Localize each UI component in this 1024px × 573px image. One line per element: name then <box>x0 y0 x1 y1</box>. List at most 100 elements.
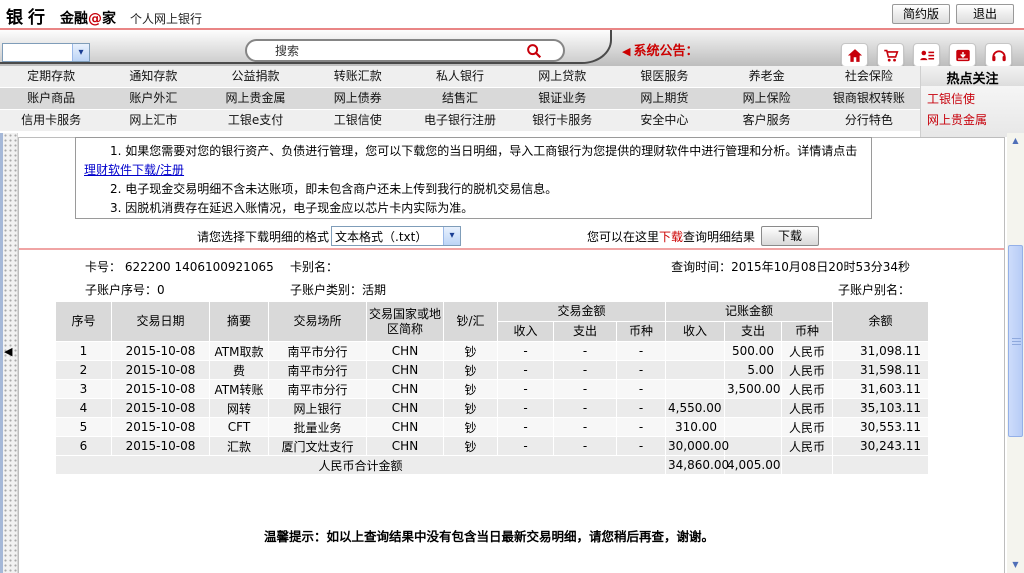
cell-book-income <box>666 361 724 379</box>
chevron-down-icon[interactable]: ▾ <box>72 44 89 61</box>
hot-topic-link[interactable]: 工银信使 <box>921 86 1024 107</box>
menu-item[interactable]: 银行卡服务 <box>511 110 613 131</box>
cell-summary: ATM转账 <box>210 380 268 398</box>
cell-book-expense: 500.00 <box>725 342 781 360</box>
cell-book-expense: 3,500.00 <box>725 380 781 398</box>
menu-item[interactable]: 银医服务 <box>613 66 715 87</box>
main-menu: 定期存款 通知存款 公益捐款 转账汇款 私人银行 网上贷款 银医服务 养老金 社… <box>0 66 920 132</box>
menu-item[interactable]: 信用卡服务 <box>0 110 102 131</box>
menu-item[interactable]: 银商银权转账 <box>818 88 920 109</box>
scroll-down-icon[interactable]: ▼ <box>1007 557 1024 573</box>
menu-item[interactable]: 社会保险 <box>818 66 920 87</box>
download-button[interactable]: 下载 <box>761 226 819 246</box>
nav-icon-group <box>841 43 1012 67</box>
finance-software-link[interactable]: 理财软件下载/注册 <box>84 163 184 177</box>
cart-icon[interactable] <box>877 43 904 67</box>
contacts-icon[interactable] <box>913 43 940 67</box>
cell-cash: 钞 <box>444 361 497 379</box>
col-group-booked-amount: 记账金额 <box>666 302 832 321</box>
vertical-scrollbar[interactable]: ▲ ▼ <box>1007 133 1024 573</box>
transactions-table-wrap: 序号 交易日期 摘要 交易场所 交易国家或地区简称 钞/汇 交易金额 记账金额 … <box>55 301 929 475</box>
menu-item[interactable]: 网上贷款 <box>511 66 613 87</box>
section-divider <box>19 248 1004 250</box>
cell-book-income <box>666 342 724 360</box>
cell-book-income <box>666 380 724 398</box>
logout-button[interactable]: 退出 <box>956 4 1014 24</box>
home-icon[interactable] <box>841 43 868 67</box>
search-input[interactable]: 搜索 <box>245 39 565 62</box>
col-txn-income: 收入 <box>498 322 553 341</box>
menu-item[interactable]: 公益捐款 <box>204 66 306 87</box>
cell-txn-income: - <box>498 380 553 398</box>
table-row: 4 2015-10-08 网转 网上银行 CHN 钞 - - - 4,550.0… <box>56 399 928 417</box>
cell-txn-expense: - <box>554 437 616 455</box>
cell-txn-expense: - <box>554 342 616 360</box>
hot-topic-link[interactable]: 网上贵金属 <box>921 107 1024 128</box>
search-icon[interactable] <box>525 42 543 60</box>
account-info-row-1: 卡号： 622200 1406100921065 卡别名： 查询时间：2015年… <box>19 258 1004 274</box>
menu-item[interactable]: 客户服务 <box>716 110 818 131</box>
cell-txn-expense: - <box>554 380 616 398</box>
table-row: 1 2015-10-08 ATM取款 南平市分行 CHN 钞 - - - 500… <box>56 342 928 360</box>
menu-item[interactable]: 网上期货 <box>613 88 715 109</box>
query-time: 查询时间：2015年10月08日20时53分34秒 <box>671 258 910 275</box>
menu-item[interactable]: 工银信使 <box>307 110 409 131</box>
notice-1-text: 1. 如果您需要对您的银行资产、负债进行管理，您可以下载您的当日明细，导入工商银… <box>110 144 857 158</box>
download-format-select[interactable]: 文本格式（.txt） ▾ <box>331 226 461 246</box>
menu-item[interactable]: 电子银行注册 <box>409 110 511 131</box>
scrollbar-grip <box>1012 341 1021 342</box>
card-number: 卡号： 622200 1406100921065 <box>85 258 274 275</box>
cell-seq: 5 <box>56 418 111 436</box>
cell-book-currency: 人民币 <box>782 361 832 379</box>
col-cash: 钞/汇 <box>444 302 497 341</box>
cell-summary: 费 <box>210 361 268 379</box>
query-time-value: 2015年10月08日20时53分34秒 <box>731 260 910 274</box>
logo: 银行 金融@家 个人网上银行 <box>6 3 202 28</box>
chevron-down-icon[interactable]: ▾ <box>443 227 460 245</box>
headset-icon[interactable] <box>985 43 1012 67</box>
cell-cash: 钞 <box>444 380 497 398</box>
cell-place: 南平市分行 <box>269 380 366 398</box>
collapse-left-icon[interactable]: ◀ <box>4 345 12 358</box>
cell-balance: 30,243.11 <box>833 437 928 455</box>
menu-item[interactable]: 养老金 <box>716 66 818 87</box>
menu-item[interactable]: 分行特色 <box>818 110 920 131</box>
col-book-currency: 币种 <box>782 322 832 341</box>
menu-item[interactable]: 网上汇市 <box>102 110 204 131</box>
mail-download-icon[interactable] <box>949 43 976 67</box>
menu-item[interactable]: 网上保险 <box>716 88 818 109</box>
menu-item[interactable]: 通知存款 <box>102 66 204 87</box>
menu-item[interactable]: 网上债券 <box>307 88 409 109</box>
cell-seq: 6 <box>56 437 111 455</box>
simple-version-button[interactable]: 简约版 <box>892 4 950 24</box>
brand-pre: 金融 <box>60 11 88 27</box>
cell-book-currency: 人民币 <box>782 399 832 417</box>
menu-row: 信用卡服务 网上汇市 工银e支付 工银信使 电子银行注册 银行卡服务 安全中心 … <box>0 110 920 132</box>
scroll-up-icon[interactable]: ▲ <box>1007 133 1024 149</box>
download-format-group: 请您选择下载明细的格式 文本格式（.txt） ▾ <box>197 226 461 246</box>
cell-date: 2015-10-08 <box>112 418 209 436</box>
quick-menu-dropdown[interactable]: ▾ <box>2 43 90 62</box>
menu-item[interactable]: 转账汇款 <box>307 66 409 87</box>
menu-item[interactable]: 银证业务 <box>511 88 613 109</box>
menu-item[interactable]: 安全中心 <box>613 110 715 131</box>
cell-txn-income: - <box>498 361 553 379</box>
menu-item[interactable]: 私人银行 <box>409 66 511 87</box>
scrollbar-thumb[interactable] <box>1008 245 1023 437</box>
menu-item[interactable]: 网上贵金属 <box>204 88 306 109</box>
cell-txn-currency: - <box>617 342 665 360</box>
cell-balance: 31,603.11 <box>833 380 928 398</box>
card-number-label: 卡号： <box>85 260 121 274</box>
cell-place: 南平市分行 <box>269 342 366 360</box>
hot-topics-title: 热点关注 <box>921 66 1024 86</box>
download-hint-link[interactable]: 下载 <box>659 228 683 245</box>
left-collapse-strip[interactable]: ◀ <box>0 133 18 573</box>
menu-item[interactable]: 结售汇 <box>409 88 511 109</box>
table-row: 2 2015-10-08 费 南平市分行 CHN 钞 - - - 5.00 人民… <box>56 361 928 379</box>
col-place: 交易场所 <box>269 302 366 341</box>
menu-item[interactable]: 账户外汇 <box>102 88 204 109</box>
menu-item[interactable]: 账户商品 <box>0 88 102 109</box>
sub-account-no-label: 子账户序号： <box>85 283 157 297</box>
menu-item[interactable]: 工银e支付 <box>204 110 306 131</box>
menu-item[interactable]: 定期存款 <box>0 66 102 87</box>
